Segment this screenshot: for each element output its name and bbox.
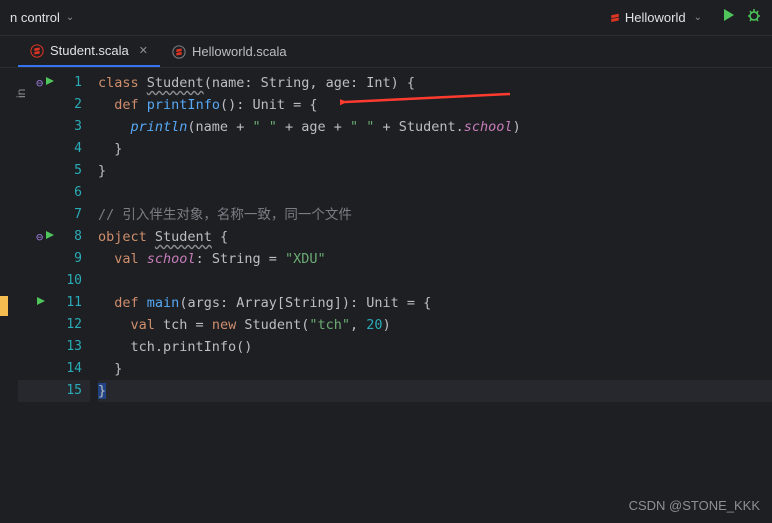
run-button[interactable]: [720, 7, 736, 28]
code-area[interactable]: class Student(name: String, age: Int) { …: [90, 68, 772, 523]
version-control-label: n control: [10, 10, 60, 25]
impl-icon: ⊖: [36, 72, 43, 94]
run-gutter-icon[interactable]: [36, 292, 46, 314]
run-config-dropdown[interactable]: Helloworld ⌄: [601, 6, 710, 29]
run-config-label: Helloworld: [625, 10, 686, 25]
tab-student-scala[interactable]: Student.scala ✕: [18, 36, 160, 67]
chevron-down-icon: ⌄: [694, 12, 702, 23]
gutter: ⊖1 2 3 4 5 6 7 ⊖8 9 10 11 12 13 14 15: [18, 68, 90, 523]
version-control-dropdown[interactable]: n control ⌄: [10, 10, 74, 25]
scala-file-icon: [30, 44, 44, 58]
run-gutter-icon[interactable]: [45, 226, 55, 248]
tab-label: Student.scala: [50, 43, 129, 58]
run-gutter-icon[interactable]: [45, 72, 55, 94]
tab-label: Helloworld.scala: [192, 44, 287, 59]
chevron-down-icon: ⌄: [66, 12, 74, 23]
code-editor[interactable]: ⊖1 2 3 4 5 6 7 ⊖8 9 10 11 12 13 14 15 cl…: [18, 68, 772, 523]
close-icon[interactable]: ✕: [139, 44, 148, 57]
scala-file-icon: [172, 45, 186, 59]
tab-helloworld-scala[interactable]: Helloworld.scala: [160, 36, 299, 67]
scala-icon: [609, 13, 619, 23]
debug-button[interactable]: [746, 7, 762, 28]
impl-icon: ⊖: [36, 226, 43, 248]
watermark: CSDN @STONE_KKK: [629, 498, 760, 513]
sidebar-highlight: [0, 296, 8, 316]
